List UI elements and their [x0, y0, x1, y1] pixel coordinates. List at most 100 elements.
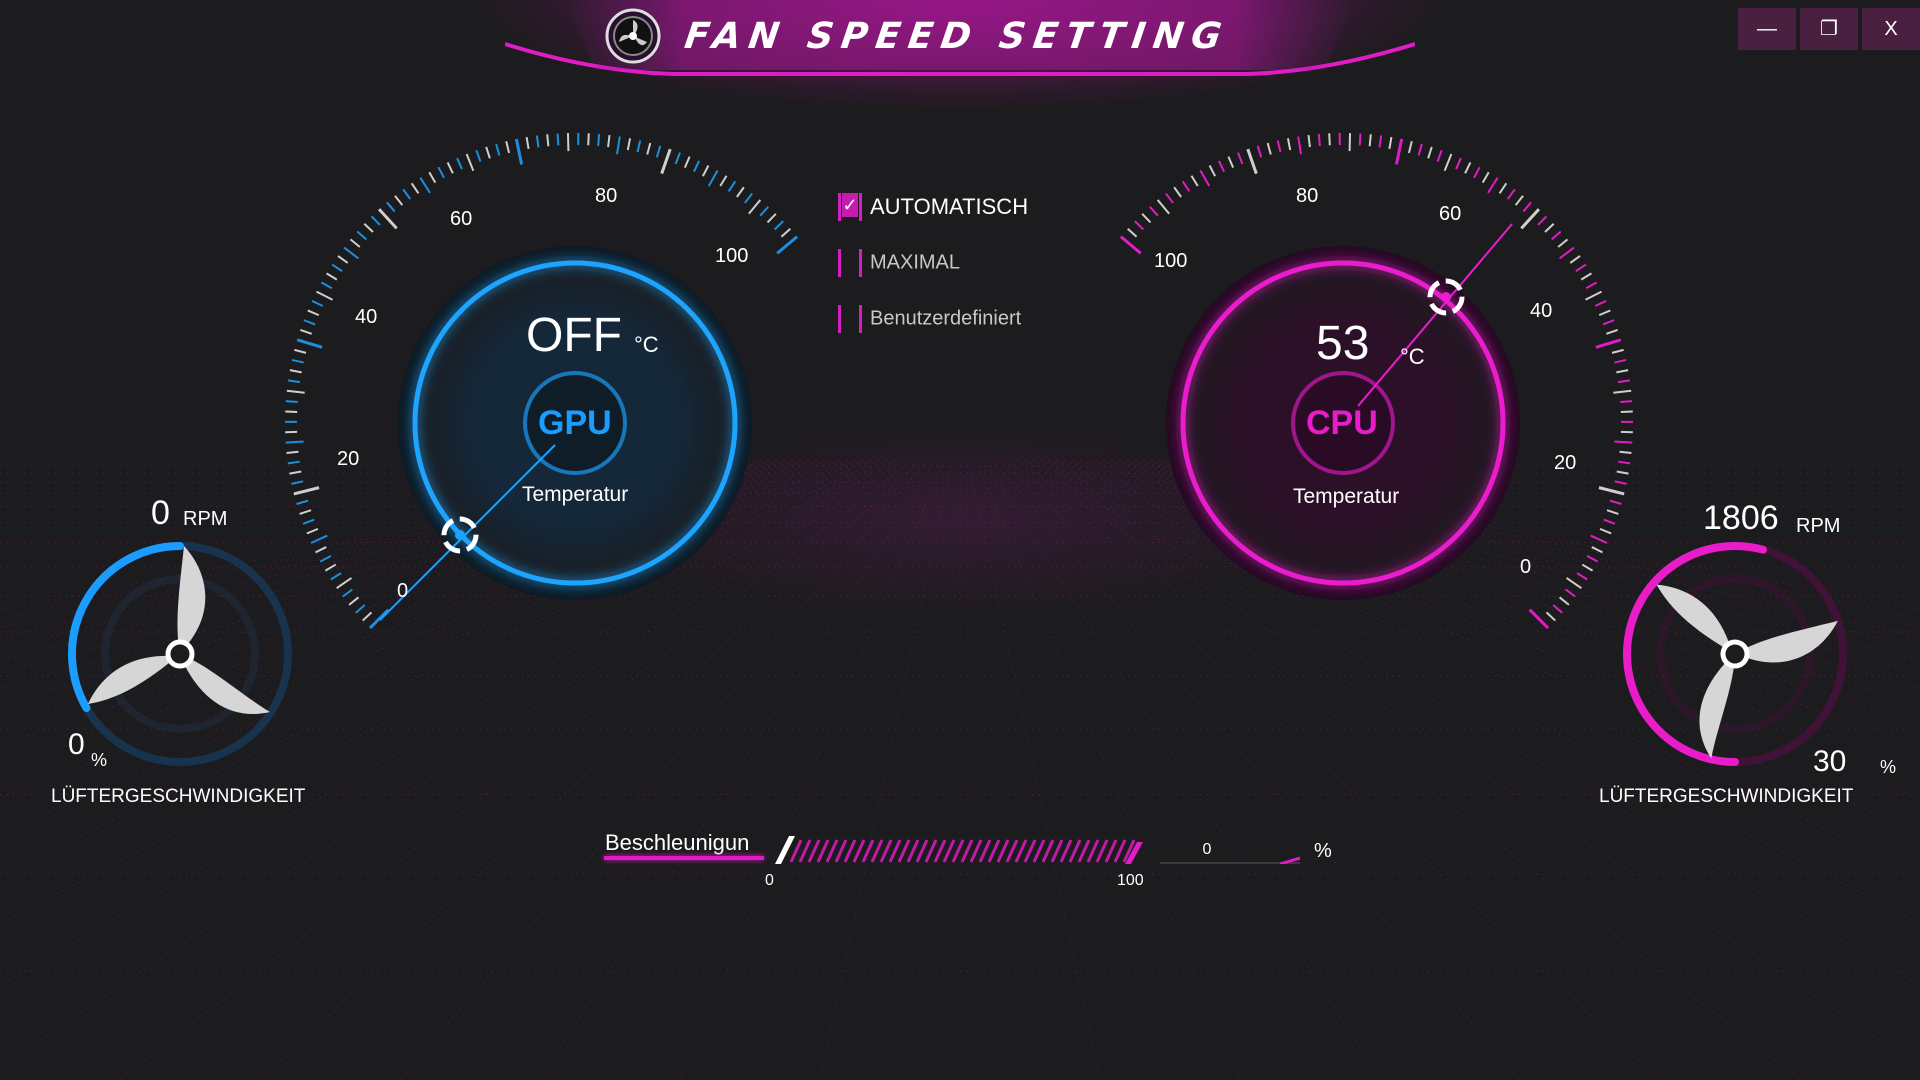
gauge-tick — [1141, 213, 1152, 224]
gauge-tick — [1614, 358, 1627, 364]
acceleration-hatch-mark — [960, 839, 974, 863]
gpu-scale-label: 40 — [355, 306, 378, 328]
gpu-fan-percent-unit: % — [91, 750, 108, 770]
acceleration-value-input[interactable]: 0 — [1160, 836, 1300, 864]
gauge-tick — [1616, 369, 1629, 374]
acceleration-slider[interactable] — [775, 836, 1155, 864]
gauge-tick — [1394, 138, 1404, 165]
gauge-tick — [293, 486, 320, 496]
gauges-layer — [68, 133, 1847, 766]
gauge-tick — [311, 300, 324, 307]
gauge-tick — [1276, 140, 1282, 153]
gauge-tick — [1227, 156, 1235, 169]
gauge-tick — [727, 180, 737, 192]
gauge-tick — [1576, 572, 1588, 581]
gauge-tick — [1520, 208, 1541, 230]
acceleration-min-label: 0 — [765, 872, 774, 889]
gauge-tick — [285, 400, 298, 403]
acceleration-hatch-mark — [915, 839, 929, 863]
gauge-tick — [1297, 136, 1302, 155]
gauge-tick — [1565, 577, 1582, 590]
gauge-tick — [1208, 165, 1217, 177]
gauge-tick — [1609, 499, 1622, 505]
gauge-tick — [1586, 555, 1599, 563]
acceleration-hatch-mark — [1041, 839, 1055, 863]
gauge-tick — [636, 140, 642, 153]
gpu-fan-label: LÜFTERGESCHWINDIGKEIT — [51, 786, 306, 807]
cpu-fan-percent-value: 30 — [1813, 745, 1847, 778]
gauge-tick — [291, 480, 304, 485]
gauge-tick — [330, 572, 342, 581]
gauge-tick — [1164, 192, 1174, 204]
gauge-tick — [1617, 379, 1631, 384]
gauge-tick — [646, 142, 652, 155]
acceleration-hatch-mark — [888, 839, 902, 863]
gauge-tick — [1580, 272, 1592, 281]
gauge-tick — [773, 220, 784, 231]
acceleration-underline — [604, 856, 764, 860]
cpu-scale-label: 60 — [1439, 203, 1462, 225]
cpu-fan — [1623, 542, 1847, 766]
gauge-tick — [1565, 588, 1576, 598]
maximal-checkbox[interactable] — [838, 249, 862, 277]
gauge-tick — [495, 143, 501, 156]
gauge-tick — [1598, 486, 1625, 496]
mode-option-maximal[interactable]: MAXIMAL — [838, 249, 960, 283]
gauge-tick — [394, 195, 404, 206]
gauge-tick — [1328, 133, 1331, 146]
gauge-tick — [306, 527, 319, 535]
gauge-tick — [296, 338, 323, 349]
gauge-tick — [780, 228, 791, 238]
gauge-tick — [1514, 195, 1524, 206]
acceleration-hatch-mark — [807, 839, 821, 863]
gauge-tick — [1591, 546, 1603, 554]
gauge-tick — [368, 608, 390, 630]
gpu-scale-label: 20 — [337, 448, 360, 470]
gauge-tick — [303, 319, 316, 326]
gauge-tick — [1156, 199, 1170, 215]
gauge-tick — [759, 206, 769, 217]
gauge-tick — [1286, 138, 1292, 151]
acceleration-value: 0 — [1202, 841, 1212, 858]
cpu-temperature-value: 53 — [1316, 317, 1370, 370]
gauge-tick — [446, 162, 454, 174]
acceleration-hatch-mark — [1086, 839, 1100, 863]
gauge-tick — [299, 509, 312, 515]
automatic-checkbox[interactable] — [838, 193, 862, 222]
custom-checkbox[interactable] — [838, 305, 862, 333]
mode-option-automatic[interactable]: AUTOMATISCH — [838, 193, 1028, 227]
mode-option-custom[interactable]: Benutzerdefiniert — [838, 305, 1021, 339]
acceleration-hatch-mark — [1050, 839, 1064, 863]
acceleration-hatch-mark — [1005, 839, 1019, 863]
acceleration-hatch-mark — [969, 839, 983, 863]
acceleration-hatch-mark — [1104, 839, 1118, 863]
gauge-tick — [419, 177, 431, 194]
gauge-tick — [1606, 509, 1619, 515]
gauge-tick — [1545, 611, 1556, 622]
gauge-tick — [525, 136, 530, 150]
gauge-tick — [1585, 290, 1602, 301]
gauge-tick — [1595, 338, 1622, 349]
gauge-tick — [1599, 527, 1612, 535]
gauge-tick — [1481, 171, 1490, 184]
gauge-tick — [320, 281, 333, 290]
gauge-tick — [1358, 133, 1362, 146]
acceleration-label: Beschleunigun — [605, 830, 750, 855]
gauge-tick — [302, 518, 315, 525]
gauge-tick — [1590, 534, 1608, 544]
gauge-tick — [291, 358, 304, 364]
cpu-fan-label: LÜFTERGESCHWINDIGKEIT — [1599, 786, 1854, 807]
gauge-tick — [336, 577, 353, 590]
gauge-tick — [485, 146, 491, 159]
gauge-tick — [343, 246, 360, 260]
cpu-scale-label: 80 — [1296, 185, 1319, 207]
gauge-tick — [1558, 246, 1575, 260]
gauge-tick — [324, 563, 337, 572]
gauge-tick — [1558, 596, 1570, 606]
gauge-tick — [410, 182, 420, 194]
cpu-chip-label: CPU — [1306, 404, 1378, 442]
cpu-scale-label: 0 — [1520, 556, 1532, 578]
acceleration-hatch-mark — [825, 839, 839, 863]
gauge-tick — [766, 213, 777, 224]
cpu-scale-label: 100 — [1154, 250, 1188, 272]
